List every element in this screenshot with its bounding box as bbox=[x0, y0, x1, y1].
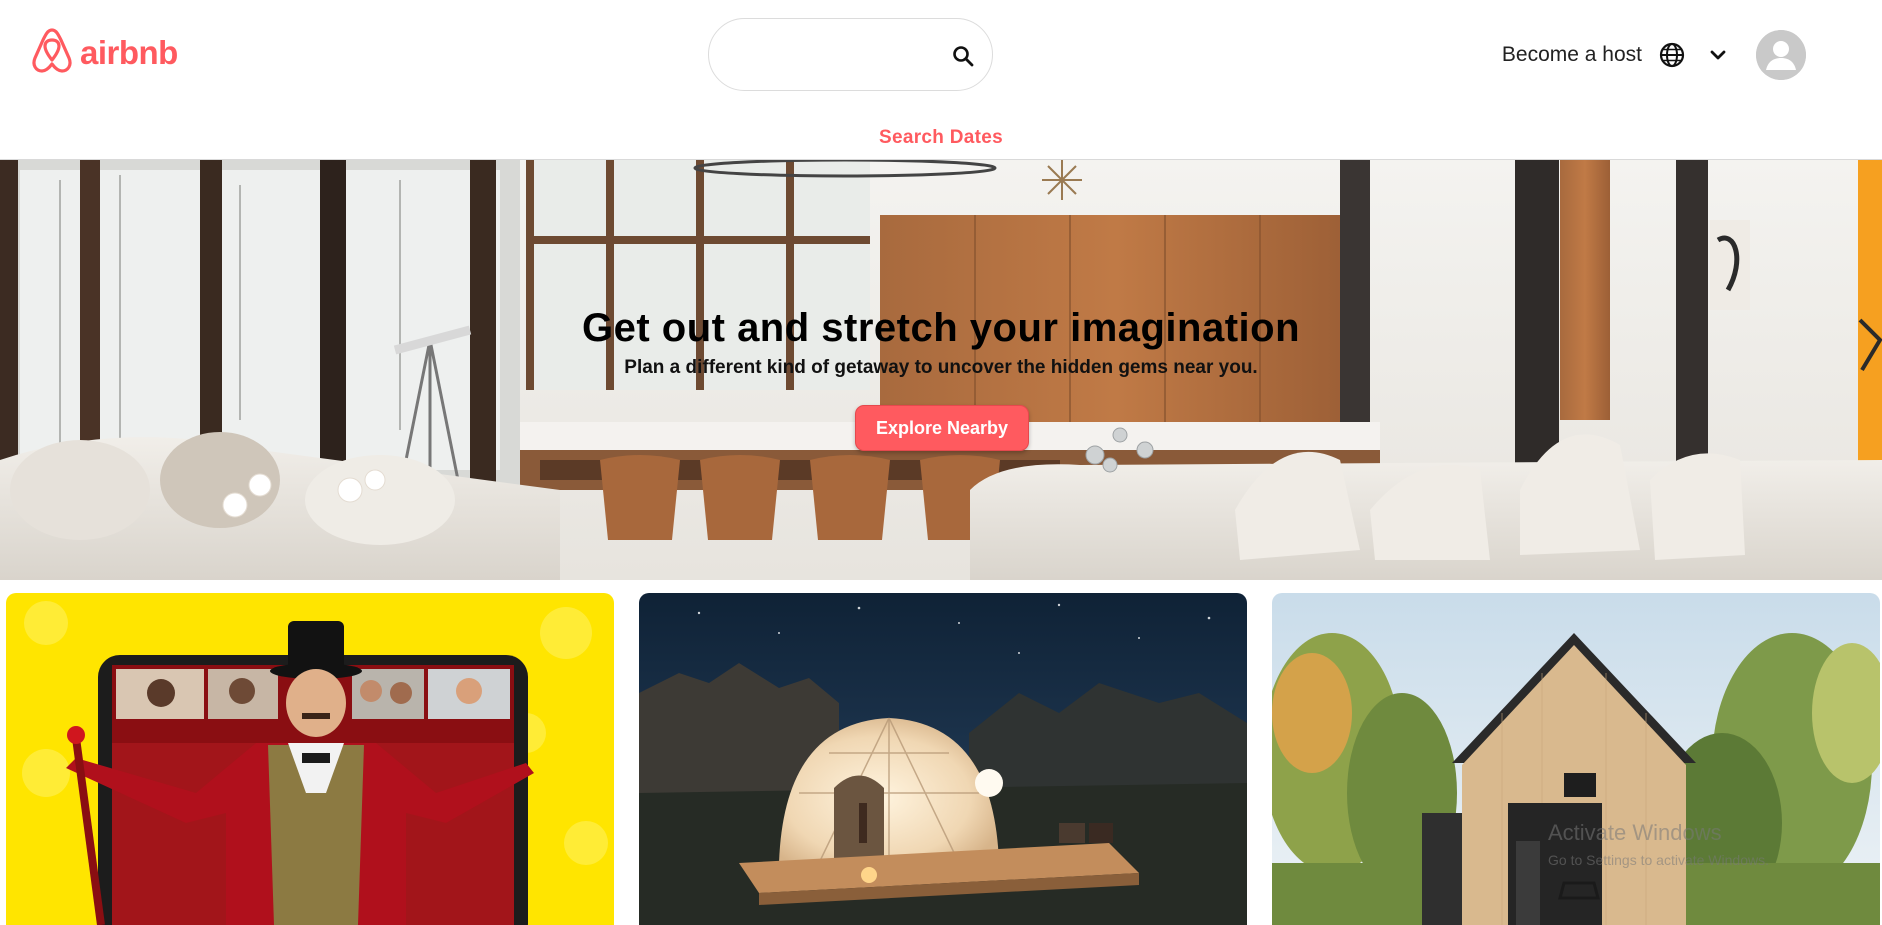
user-nav: Become a host bbox=[1502, 30, 1806, 80]
search-icon[interactable] bbox=[948, 41, 978, 71]
logo-wordmark: airbnb bbox=[80, 33, 178, 71]
watermark-title: Activate Windows bbox=[1548, 820, 1722, 845]
hero-subtitle: Plan a different kind of getaway to unco… bbox=[624, 357, 1258, 378]
feature-cards bbox=[0, 593, 1882, 925]
watermark-subtitle: Go to Settings to activate Windows. bbox=[1548, 852, 1769, 868]
globe-icon[interactable] bbox=[1658, 41, 1686, 69]
explore-nearby-button[interactable]: Explore Nearby bbox=[855, 405, 1029, 451]
airbnb-logo[interactable]: airbnb bbox=[30, 26, 178, 79]
search-bar[interactable] bbox=[708, 18, 993, 91]
geodesic-dome-night-photo bbox=[639, 593, 1247, 925]
search-dates-link[interactable]: Search Dates bbox=[0, 127, 1882, 149]
hero-banner: Get out and stretch your imagination Pla… bbox=[0, 160, 1882, 580]
hero-title: Get out and stretch your imagination bbox=[581, 306, 1301, 350]
top-header: airbnb Search Dates Become a host bbox=[0, 0, 1882, 160]
airbnb-belo-icon bbox=[30, 26, 74, 79]
card-online-experience[interactable] bbox=[6, 593, 614, 925]
user-avatar-icon[interactable] bbox=[1756, 30, 1806, 80]
online-experience-ringmaster-photo bbox=[6, 593, 614, 925]
card-dome-stay[interactable] bbox=[639, 593, 1247, 925]
os-activation-watermark: Activate Windows Go to Settings to activ… bbox=[1548, 820, 1769, 868]
become-host-link[interactable]: Become a host bbox=[1502, 43, 1642, 67]
a-frame-cabin-forest-photo bbox=[1272, 593, 1880, 925]
chevron-down-icon[interactable] bbox=[1708, 45, 1728, 65]
hero-text-block: Get out and stretch your imagination Pla… bbox=[0, 306, 1882, 379]
card-cabin-stay[interactable] bbox=[1272, 593, 1880, 925]
